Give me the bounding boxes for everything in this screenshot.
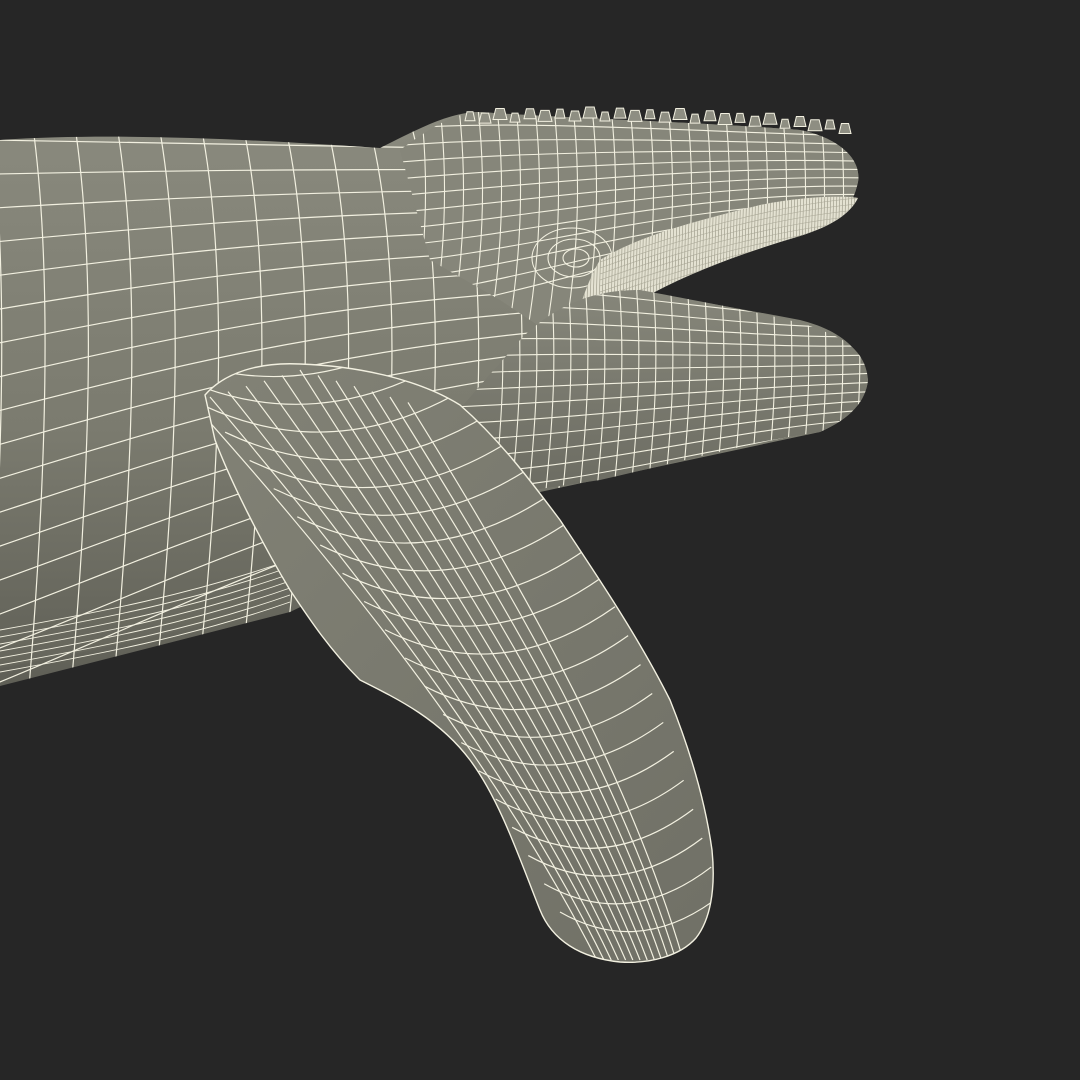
whale-render <box>0 106 868 963</box>
render-viewport <box>0 0 1080 1080</box>
